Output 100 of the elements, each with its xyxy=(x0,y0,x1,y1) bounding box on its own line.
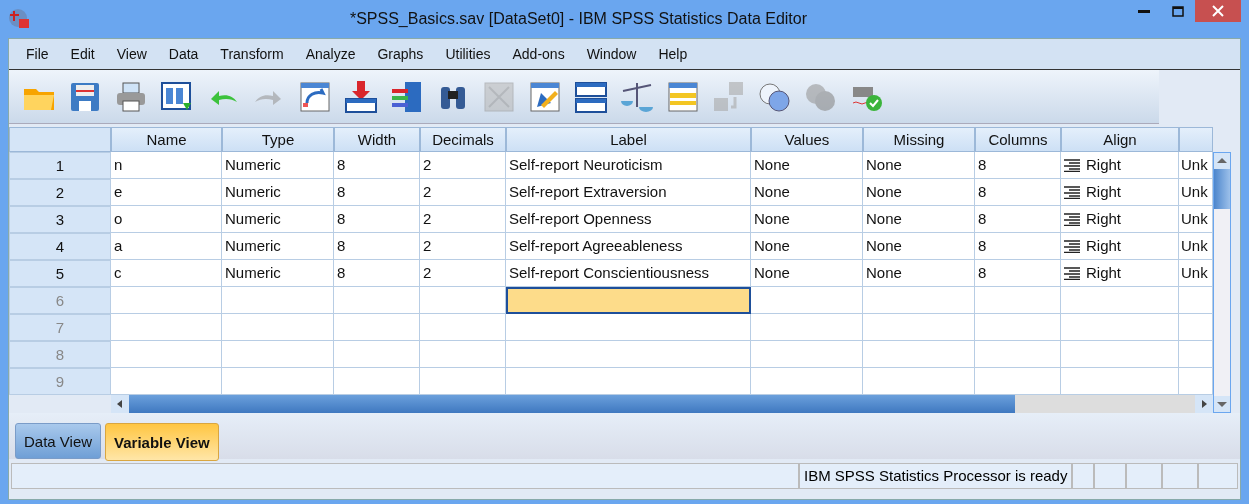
table-cell[interactable]: None xyxy=(751,206,863,233)
table-cell[interactable]: 2 xyxy=(420,206,506,233)
table-cell[interactable]: Unk xyxy=(1179,206,1213,233)
status-panel xyxy=(1162,463,1199,489)
align-right-icon xyxy=(1064,212,1080,226)
table-cell[interactable]: Self-report Extraversion xyxy=(506,179,751,206)
table-cell[interactable]: Numeric xyxy=(222,233,334,260)
table-cell[interactable]: Numeric xyxy=(222,206,334,233)
scroll-down-icon[interactable] xyxy=(1214,396,1230,412)
table-cell[interactable]: Numeric xyxy=(222,152,334,179)
horizontal-scrollbar[interactable] xyxy=(111,395,1213,413)
scrollbar-thumb[interactable] xyxy=(1214,169,1230,209)
table-cell[interactable]: o xyxy=(111,206,222,233)
menu-item[interactable]: Add-ons xyxy=(501,46,576,62)
menu-item[interactable]: Edit xyxy=(59,46,106,62)
table-cell[interactable]: Self-report Agreeableness xyxy=(506,233,751,260)
table-cell[interactable]: a xyxy=(111,233,222,260)
align-right-icon xyxy=(1064,185,1080,199)
menu-item[interactable]: Transform xyxy=(209,46,295,62)
align-right-icon xyxy=(1064,266,1080,280)
table-cell[interactable]: None xyxy=(863,179,975,206)
table-cell[interactable]: Self-report Neuroticism xyxy=(506,152,751,179)
table-cell[interactable]: None xyxy=(751,233,863,260)
column-header[interactable]: Missing xyxy=(863,127,975,152)
table-cell[interactable]: Numeric xyxy=(222,260,334,287)
menu-item[interactable]: Graphs xyxy=(366,46,435,62)
table-cell[interactable]: 2 xyxy=(420,260,506,287)
table-cell[interactable]: None xyxy=(751,152,863,179)
menu-item[interactable]: Help xyxy=(647,46,699,62)
menu-item[interactable]: Data xyxy=(157,46,210,62)
close-button[interactable] xyxy=(1195,0,1241,22)
table-cell[interactable]: Numeric xyxy=(222,179,334,206)
corner-cell[interactable] xyxy=(9,127,111,152)
scroll-right-icon[interactable] xyxy=(1195,395,1213,413)
scroll-up-icon[interactable] xyxy=(1214,153,1230,169)
table-cell[interactable]: e xyxy=(111,179,222,206)
down-arrow-table-icon[interactable] xyxy=(343,78,379,115)
row-number[interactable]: 3 xyxy=(9,206,111,233)
table-cell[interactable]: None xyxy=(863,206,975,233)
status-panel xyxy=(1198,463,1238,489)
table-cell[interactable]: Unk xyxy=(1179,152,1213,179)
app-icon xyxy=(8,8,30,30)
maximize-icon xyxy=(1172,5,1184,17)
row-number[interactable]: 4 xyxy=(9,233,111,260)
column-header[interactable]: Align xyxy=(1061,127,1179,152)
table-cell[interactable]: Right xyxy=(1061,233,1179,260)
table-cell[interactable]: Unk xyxy=(1179,260,1213,287)
table-cell[interactable]: 2 xyxy=(420,179,506,206)
table-cell[interactable]: Self-report Conscientiousness xyxy=(506,260,751,287)
table-cell[interactable]: n xyxy=(111,152,222,179)
vertical-scrollbar[interactable] xyxy=(1213,152,1231,413)
scrollbar-thumb[interactable] xyxy=(129,395,1015,413)
table-cell[interactable]: 8 xyxy=(975,152,1061,179)
table-cell[interactable]: 8 xyxy=(975,260,1061,287)
column-header[interactable]: Decimals xyxy=(420,127,506,152)
row-number[interactable]: 1 xyxy=(9,152,111,179)
table-cell[interactable]: 2 xyxy=(420,152,506,179)
table-cell[interactable]: None xyxy=(863,233,975,260)
table-cell[interactable]: Right xyxy=(1061,152,1179,179)
view-tab[interactable]: Variable View xyxy=(105,423,219,461)
menu-item[interactable]: Window xyxy=(575,46,648,62)
table-cell[interactable]: 2 xyxy=(420,233,506,260)
column-header[interactable]: Columns xyxy=(975,127,1061,152)
table-cell[interactable] xyxy=(506,287,751,314)
table-cell[interactable]: None xyxy=(751,260,863,287)
row-number[interactable]: 2 xyxy=(9,179,111,206)
table-cell[interactable]: 8 xyxy=(975,179,1061,206)
table-cell[interactable]: 8 xyxy=(334,233,420,260)
table-cell[interactable]: Unk xyxy=(1179,179,1213,206)
column-header[interactable]: Width xyxy=(334,127,420,152)
align-right-icon xyxy=(1064,158,1080,172)
status-message: IBM SPSS Statistics Processor is ready xyxy=(799,463,1073,489)
column-header[interactable]: Type xyxy=(222,127,334,152)
table-cell[interactable]: Unk xyxy=(1179,233,1213,260)
table-cell[interactable]: 8 xyxy=(334,206,420,233)
menu-item[interactable]: Analyze xyxy=(294,46,367,62)
table-cell[interactable]: None xyxy=(863,260,975,287)
table-cell[interactable]: Right xyxy=(1061,179,1179,206)
table-cell[interactable]: Self-report Openness xyxy=(506,206,751,233)
table-cell[interactable]: c xyxy=(111,260,222,287)
column-header[interactable]: Name xyxy=(111,127,222,152)
column-header[interactable]: Label xyxy=(506,127,751,152)
status-panel xyxy=(1126,463,1163,489)
table-cell[interactable]: 8 xyxy=(334,260,420,287)
table-cell[interactable]: None xyxy=(751,179,863,206)
menu-item[interactable]: File xyxy=(15,46,60,62)
table-cell[interactable]: Right xyxy=(1061,206,1179,233)
table-cell[interactable]: 8 xyxy=(975,233,1061,260)
table-cell[interactable]: None xyxy=(863,152,975,179)
table-cell[interactable]: Right xyxy=(1061,260,1179,287)
table-cell[interactable]: 8 xyxy=(334,179,420,206)
row-number[interactable]: 5 xyxy=(9,260,111,287)
view-tab[interactable]: Data View xyxy=(15,423,102,459)
menu-item[interactable]: Utilities xyxy=(434,46,502,62)
table-cell[interactable]: 8 xyxy=(334,152,420,179)
table-cell[interactable]: 8 xyxy=(975,206,1061,233)
window-title: *SPSS_Basics.sav [DataSet0] - IBM SPSS Statistics Data Editor xyxy=(348,10,809,28)
menu-item[interactable]: View xyxy=(105,46,158,62)
scroll-left-icon[interactable] xyxy=(111,395,129,413)
column-header[interactable]: Values xyxy=(751,127,863,152)
